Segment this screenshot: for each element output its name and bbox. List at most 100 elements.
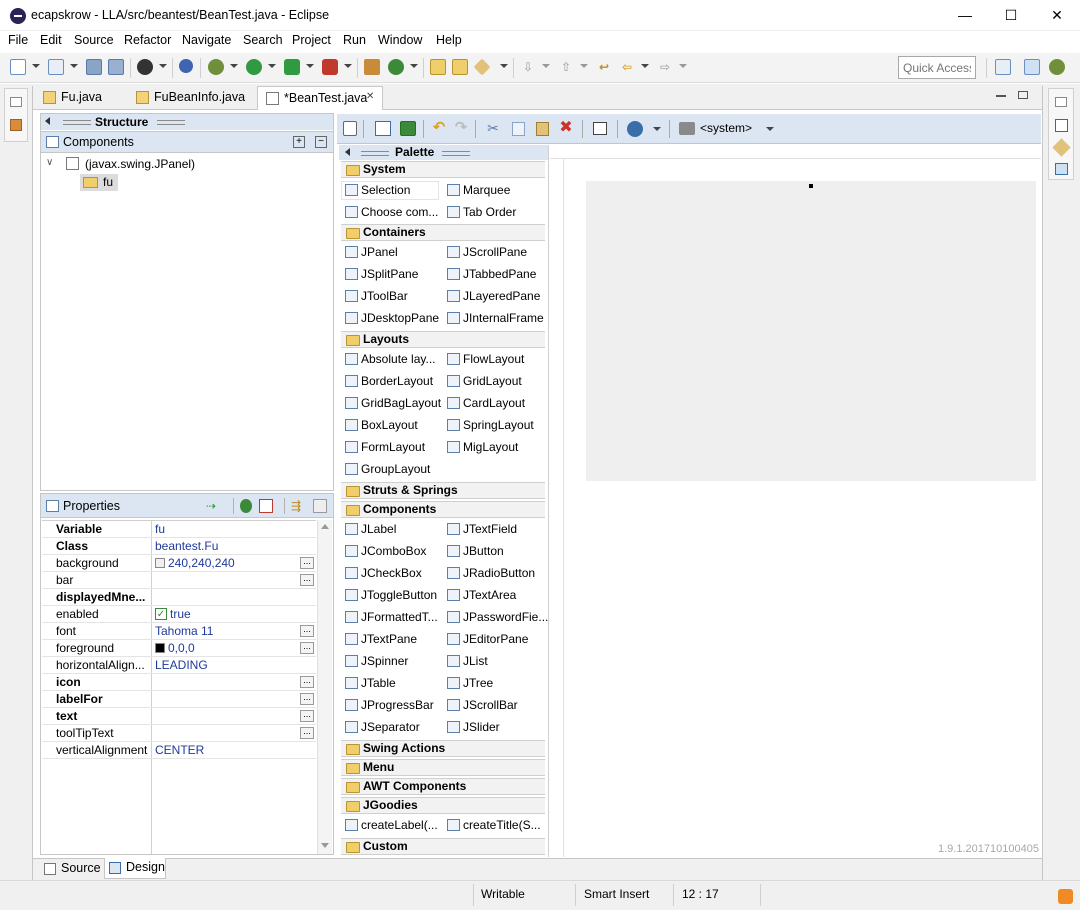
external-tools-dropdown-icon[interactable] (344, 64, 352, 68)
cut-icon[interactable]: ✂ (485, 120, 501, 136)
drag-handle[interactable] (442, 151, 470, 156)
palette-item-gridlayout[interactable]: GridLayout (445, 373, 522, 391)
palette-item-jformattedt[interactable]: JFormattedT... (343, 609, 438, 627)
palette-item-jeditorpane[interactable]: JEditorPane (445, 631, 528, 649)
jpanel-design-surface[interactable] (586, 181, 1036, 481)
palette-category-struts-springs[interactable]: Struts & Springs (341, 482, 545, 499)
palette-item-jlist[interactable]: JList (445, 653, 488, 671)
back-dropdown-icon[interactable] (641, 64, 649, 68)
palette-item-jtable[interactable]: JTable (343, 675, 396, 693)
new-project-dropdown-icon[interactable] (70, 64, 78, 68)
save-all-icon[interactable] (108, 59, 124, 75)
palette-item-grouplayout[interactable]: GroupLayout (343, 461, 430, 479)
look-and-feel-icon[interactable] (679, 122, 695, 135)
debug-perspective-icon[interactable] (1049, 59, 1065, 75)
convert-local-icon[interactable] (259, 499, 273, 513)
edit-value-button[interactable]: ... (300, 693, 314, 705)
tab-fubeaninfo-java[interactable]: FuBeanInfo.java (128, 86, 256, 110)
debug-icon[interactable] (208, 59, 224, 75)
last-edit-icon[interactable]: ↩ (596, 59, 612, 75)
menu-window[interactable]: Window (378, 33, 422, 47)
palette-item-jinternalframe[interactable]: JInternalFrame (445, 310, 544, 328)
close-button[interactable]: ✕ (1034, 0, 1080, 31)
menu-project[interactable]: Project (292, 33, 331, 47)
checkbox-icon[interactable]: ✓ (155, 608, 167, 620)
expand-icon[interactable]: ∨ (46, 157, 53, 168)
property-row[interactable]: text... (42, 708, 316, 725)
property-row[interactable]: horizontalAlign... LEADING (42, 657, 316, 674)
menu-run[interactable]: Run (343, 33, 366, 47)
locale-globe-icon[interactable] (627, 121, 643, 137)
property-value[interactable]: Tahoma 11 (155, 624, 213, 638)
coverage-dropdown-icon[interactable] (306, 64, 314, 68)
property-row[interactable]: verticalAlignment CENTER (42, 742, 316, 759)
externalize-strings-icon[interactable] (375, 121, 391, 136)
property-row[interactable]: labelFor... (42, 691, 316, 708)
palette-item-jtree[interactable]: JTree (445, 675, 493, 693)
goto-definition-icon[interactable] (240, 499, 252, 513)
fu-bean-component[interactable] (809, 184, 813, 188)
palette-item-gridbaglayout[interactable]: GridBagLayout (343, 395, 441, 413)
user-icon[interactable] (137, 59, 153, 75)
property-row[interactable]: foreground 0,0,0... (42, 640, 316, 657)
palette-item-jspinner[interactable]: JSpinner (343, 653, 408, 671)
pen-icon[interactable] (473, 58, 491, 76)
drag-handle[interactable] (361, 151, 389, 156)
palette-item-jlayeredpane[interactable]: JLayeredPane (445, 288, 540, 306)
palette-item-jscrollpane[interactable]: JScrollPane (445, 244, 527, 262)
edit-value-button[interactable]: ... (300, 557, 314, 569)
console-icon[interactable] (1055, 163, 1068, 175)
palette-item-jpanel[interactable]: JPanel (343, 244, 398, 262)
property-value[interactable]: fu (155, 522, 165, 536)
tree-node-jpanel[interactable]: ∨ (javax.swing.JPanel) (46, 156, 326, 174)
external-tools-icon[interactable] (322, 59, 338, 75)
restore-icon[interactable] (10, 97, 22, 107)
new-dropdown-icon[interactable] (32, 64, 40, 68)
palette-item-boxlayout[interactable]: BoxLayout (343, 417, 418, 435)
show-events-icon[interactable]: ⇢ (206, 499, 222, 513)
previous-annotation-dropdown-icon[interactable] (580, 64, 588, 68)
palette-item-formlayout[interactable]: FormLayout (343, 439, 425, 457)
collapse-all-icon[interactable]: − (315, 136, 327, 148)
properties-scrollbar[interactable] (317, 520, 332, 854)
save-icon[interactable] (86, 59, 102, 75)
palette-item-jtoolbar[interactable]: JToolBar (343, 288, 408, 306)
property-row[interactable]: Variable fu (42, 521, 316, 538)
task-list-icon[interactable] (1055, 119, 1068, 132)
palette-item-jdesktoppane[interactable]: JDesktopPane (343, 310, 439, 328)
maximize-button[interactable]: ☐ (988, 0, 1034, 31)
minimize-button[interactable]: — (942, 0, 988, 31)
new-class-dropdown-icon[interactable] (410, 64, 418, 68)
property-row[interactable]: bar... (42, 572, 316, 589)
refresh-icon[interactable] (400, 121, 416, 136)
collapse-left-icon[interactable] (45, 117, 50, 125)
restore-icon[interactable] (1055, 97, 1067, 107)
rss-icon[interactable] (1058, 889, 1073, 904)
open-type-icon[interactable] (430, 59, 446, 75)
palette-item-createlabel[interactable]: createLabel(... (343, 817, 438, 835)
user-dropdown-icon[interactable] (159, 64, 167, 68)
undo-icon[interactable]: ↶ (431, 120, 447, 136)
edit-value-button[interactable]: ... (300, 727, 314, 739)
palette-item-jsplitpane[interactable]: JSplitPane (343, 266, 418, 284)
package-explorer-icon[interactable] (10, 119, 22, 131)
edit-value-button[interactable]: ... (300, 710, 314, 722)
palette-item-borderlayout[interactable]: BorderLayout (343, 373, 433, 391)
palette-item-miglayout[interactable]: MigLayout (445, 439, 518, 457)
close-tab-icon[interactable]: ✕ (366, 91, 374, 102)
forward-dropdown-icon[interactable] (679, 64, 687, 68)
edit-value-button[interactable]: ... (300, 574, 314, 586)
back-icon[interactable]: ⇦ (619, 59, 635, 75)
palette-item-absolute-lay[interactable]: Absolute lay... (343, 351, 435, 369)
coverage-icon[interactable] (284, 59, 300, 75)
palette-item-jtextarea[interactable]: JTextArea (445, 587, 516, 605)
property-value[interactable]: beantest.Fu (155, 539, 218, 553)
property-row[interactable]: enabled ✓ true (42, 606, 316, 623)
scroll-down-icon[interactable] (321, 843, 329, 848)
open-folder-icon[interactable] (452, 59, 468, 75)
outline-icon[interactable] (1052, 138, 1071, 157)
palette-item-jscrollbar[interactable]: JScrollBar (445, 697, 518, 715)
new-icon[interactable] (10, 59, 26, 75)
java-perspective-icon[interactable] (1024, 59, 1040, 75)
scroll-up-icon[interactable] (321, 524, 329, 529)
